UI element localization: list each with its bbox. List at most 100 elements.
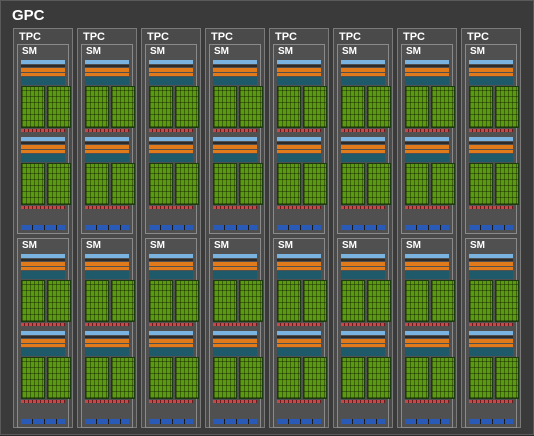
dispatch-unit-band bbox=[405, 267, 449, 270]
texture-unit-band bbox=[469, 225, 513, 230]
register-file-band bbox=[21, 271, 65, 279]
dispatch-unit-band bbox=[149, 150, 193, 153]
l1-cache-band bbox=[213, 60, 257, 64]
cuda-core-array bbox=[469, 86, 519, 128]
l1-cache-band bbox=[213, 331, 257, 335]
register-file-band bbox=[213, 271, 257, 279]
register-file-band bbox=[405, 77, 449, 85]
cuda-core-array bbox=[341, 280, 391, 322]
l1-cache-band bbox=[85, 137, 129, 141]
l1-cache-band bbox=[85, 331, 129, 335]
l1-cache-band bbox=[469, 137, 513, 141]
cuda-core-column bbox=[239, 86, 263, 128]
dispatch-unit-band bbox=[149, 267, 193, 270]
cuda-core-column bbox=[47, 163, 71, 205]
dispatch-unit-band bbox=[341, 344, 385, 347]
separator bbox=[21, 336, 65, 338]
cuda-core-column bbox=[47, 357, 71, 399]
tpc-label: TPC bbox=[403, 31, 425, 43]
warp-scheduler-band bbox=[405, 145, 449, 149]
sm-block: SM bbox=[273, 44, 327, 234]
cuda-core-column bbox=[47, 280, 71, 322]
sfu-band bbox=[405, 400, 449, 403]
l1-cache-band bbox=[149, 331, 193, 335]
tpc-block: TPC SM SM bbox=[397, 28, 457, 428]
sm-block: SM bbox=[273, 238, 327, 428]
l1-cache-band bbox=[21, 137, 65, 141]
sfu-band bbox=[277, 323, 321, 326]
sfu-band bbox=[213, 323, 257, 326]
texture-unit-band bbox=[213, 225, 257, 230]
separator bbox=[213, 336, 257, 338]
sfu-band bbox=[21, 400, 65, 403]
separator bbox=[85, 259, 129, 261]
register-file-band bbox=[469, 348, 513, 356]
l1-cache-band bbox=[213, 137, 257, 141]
texture-unit-band bbox=[213, 419, 257, 424]
register-file-band bbox=[21, 154, 65, 162]
cuda-core-array bbox=[85, 280, 135, 322]
dispatch-unit-band bbox=[341, 267, 385, 270]
cuda-core-column bbox=[175, 357, 199, 399]
l1-cache-band bbox=[85, 60, 129, 64]
register-file-band bbox=[149, 271, 193, 279]
warp-scheduler-band bbox=[85, 262, 129, 266]
dispatch-unit-band bbox=[21, 150, 65, 153]
dispatch-unit-band bbox=[469, 344, 513, 347]
texture-unit-band bbox=[21, 419, 65, 424]
warp-scheduler-band bbox=[341, 145, 385, 149]
sfu-band bbox=[469, 323, 513, 326]
cuda-core-array bbox=[149, 357, 199, 399]
cuda-core-column bbox=[175, 86, 199, 128]
cuda-core-array bbox=[21, 163, 71, 205]
l1-cache-band bbox=[405, 60, 449, 64]
cuda-core-column bbox=[303, 163, 327, 205]
cuda-core-array bbox=[149, 86, 199, 128]
sfu-band bbox=[213, 129, 257, 132]
separator bbox=[405, 65, 449, 67]
sm-label: SM bbox=[214, 240, 229, 251]
dispatch-unit-band bbox=[405, 73, 449, 76]
texture-unit-band bbox=[85, 225, 129, 230]
warp-scheduler-band bbox=[213, 68, 257, 72]
sm-block: SM bbox=[145, 238, 199, 428]
dispatch-unit-band bbox=[469, 267, 513, 270]
sfu-band bbox=[469, 129, 513, 132]
warp-scheduler-band bbox=[85, 145, 129, 149]
cuda-core-column bbox=[303, 357, 327, 399]
cuda-core-array bbox=[405, 280, 455, 322]
dispatch-unit-band bbox=[405, 344, 449, 347]
register-file-band bbox=[21, 77, 65, 85]
cuda-core-column bbox=[495, 280, 519, 322]
cuda-core-array bbox=[21, 86, 71, 128]
cuda-core-column bbox=[431, 280, 455, 322]
dispatch-unit-band bbox=[213, 267, 257, 270]
warp-scheduler-band bbox=[405, 339, 449, 343]
warp-scheduler-band bbox=[213, 339, 257, 343]
sfu-band bbox=[277, 206, 321, 209]
sm-label: SM bbox=[470, 46, 485, 57]
l1-cache-band bbox=[277, 331, 321, 335]
sm-block: SM bbox=[17, 44, 71, 234]
separator bbox=[405, 259, 449, 261]
sm-block: SM bbox=[209, 44, 263, 234]
warp-scheduler-band bbox=[341, 262, 385, 266]
register-file-band bbox=[277, 271, 321, 279]
dispatch-unit-band bbox=[21, 344, 65, 347]
l1-cache-band bbox=[469, 60, 513, 64]
cuda-core-column bbox=[85, 163, 109, 205]
texture-unit-band bbox=[341, 225, 385, 230]
warp-scheduler-band bbox=[341, 339, 385, 343]
cuda-core-column bbox=[303, 280, 327, 322]
cuda-core-column bbox=[175, 280, 199, 322]
register-file-band bbox=[85, 77, 129, 85]
warp-scheduler-band bbox=[469, 262, 513, 266]
l1-cache-band bbox=[469, 331, 513, 335]
warp-scheduler-band bbox=[149, 262, 193, 266]
dispatch-unit-band bbox=[213, 150, 257, 153]
sfu-band bbox=[277, 129, 321, 132]
register-file-band bbox=[149, 154, 193, 162]
l1-cache-band bbox=[21, 254, 65, 258]
dispatch-unit-band bbox=[277, 267, 321, 270]
cuda-core-column bbox=[21, 280, 45, 322]
